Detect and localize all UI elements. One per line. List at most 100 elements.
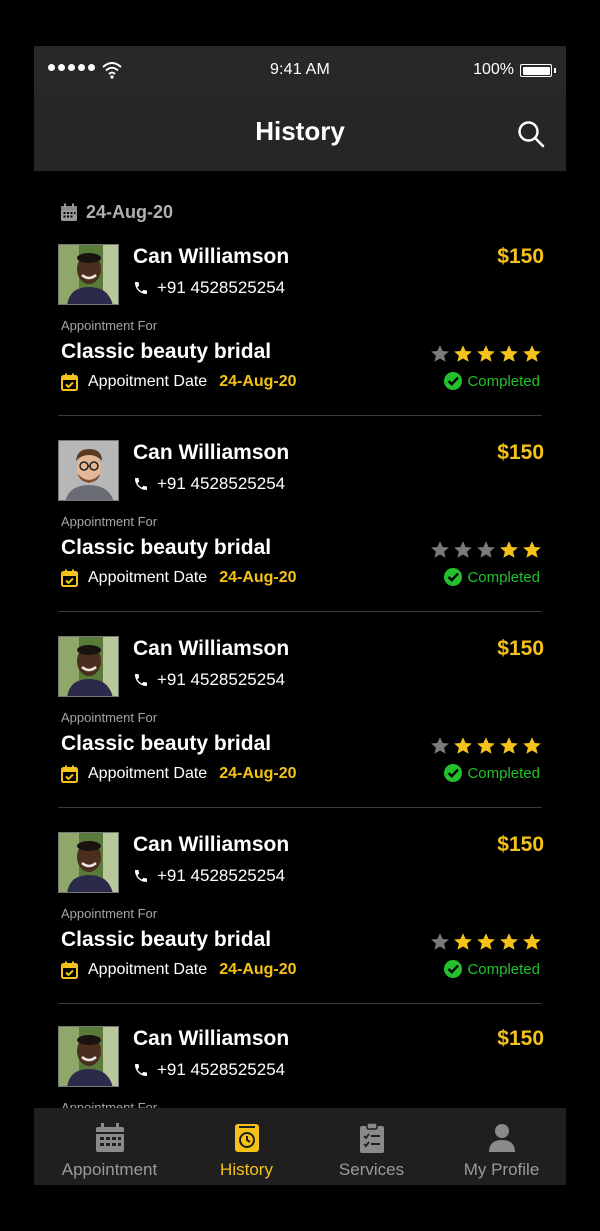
appointment-card[interactable]: Can Williamson +91 4528525254 $150 Appoi… [58,244,544,422]
client-phone[interactable]: +91 4528525254 [157,866,285,886]
status-badge: Completed [443,371,540,391]
calendar-check-icon [61,961,78,979]
star-empty-icon [431,345,449,362]
client-phone[interactable]: +91 4528525254 [157,670,285,690]
star-empty-icon [431,933,449,950]
history-icon [234,1124,259,1152]
star-filled-icon [477,933,495,950]
check-circle-icon [444,568,463,586]
client-name: Can Williamson [133,833,290,856]
appointment-date-row: Appoitment Date 24-Aug-20 [61,569,297,587]
divider [58,611,542,612]
price: $150 [497,637,544,660]
tab-label: Services [338,1160,405,1179]
rating-stars [430,932,542,952]
phone-row: +91 4528525254 [133,474,285,494]
star-filled-icon [477,737,495,754]
divider [58,1003,542,1004]
check-circle-icon [444,372,463,390]
user-icon [488,1124,515,1152]
clipboard-icon [359,1122,384,1153]
calendar-icon [61,203,77,221]
bottom-tab-bar: Appointment History Services My Profile [34,1108,566,1185]
client-name: Can Williamson [133,637,290,660]
appointment-card[interactable]: Can Williamson +91 4528525254 $150 Appoi… [58,636,544,814]
price: $150 [497,833,544,856]
appointment-card[interactable]: Can Williamson +91 4528525254 $150 Appoi… [58,832,544,1010]
date-group-header: 24-Aug-20 [60,202,173,223]
rating-stars [430,736,542,756]
star-filled-icon [500,345,518,362]
appointment-date-row: Appoitment Date 24-Aug-20 [61,373,297,391]
appointment-for-label: Appointment For [61,318,158,333]
star-filled-icon [454,933,472,950]
tab-services[interactable]: Services [324,1108,419,1185]
phone-icon [135,674,147,686]
price: $150 [497,1027,544,1050]
star-empty-icon [477,541,495,558]
tab-history[interactable]: History [194,1108,299,1185]
appointment-date-value: 24-Aug-20 [219,765,297,782]
search-icon[interactable] [516,119,546,149]
appointment-date-label: Appoitment Date [88,961,208,978]
status-badge: Completed [443,959,540,979]
man-smiling-avatar [58,244,119,305]
appointment-for-label: Appointment For [61,710,158,725]
star-filled-icon [523,541,541,558]
battery-percent: 100% [473,61,514,78]
star-filled-icon [500,933,518,950]
rating-stars [430,344,542,364]
tab-label: My Profile [463,1160,540,1179]
appointment-card[interactable]: Can Williamson +91 4528525254 $150 Appoi… [58,440,544,618]
rating-stars [430,540,542,560]
appointment-for-label: Appointment For [61,906,158,921]
check-circle-icon [444,960,463,978]
price: $150 [497,245,544,268]
appointment-date-row: Appoitment Date 24-Aug-20 [61,961,297,979]
calendar-check-icon [61,765,78,783]
man-smiling-avatar [58,636,119,697]
service-name: Classic beauty bridal [61,536,272,559]
phone-screen: 9:41 AM 100% History 24-Aug-20 Can Willi… [34,46,566,1185]
appointment-date-label: Appoitment Date [88,765,208,782]
phone-row: +91 4528525254 [133,1060,285,1080]
star-filled-icon [477,345,495,362]
battery-icon [520,64,552,77]
appointment-date-label: Appoitment Date [88,373,208,390]
appointment-date-row: Appoitment Date 24-Aug-20 [61,765,297,783]
phone-icon [135,282,147,294]
status-text: Completed [467,960,540,978]
star-filled-icon [454,737,472,754]
phone-row: +91 4528525254 [133,278,285,298]
phone-icon [135,1064,147,1076]
page-title: History [255,116,345,146]
service-name: Classic beauty bridal [61,928,272,951]
status-badge: Completed [443,763,540,783]
star-empty-icon [454,541,472,558]
service-name: Classic beauty bridal [61,732,272,755]
star-filled-icon [523,345,541,362]
client-phone[interactable]: +91 4528525254 [157,474,285,494]
tab-label: Appointment [61,1160,158,1179]
divider [58,807,542,808]
appointment-date-value: 24-Aug-20 [219,569,297,586]
tab-appointment[interactable]: Appointment [52,1108,167,1185]
man-smiling-avatar [58,832,119,893]
tab-label: History [220,1160,273,1179]
status-text: Completed [467,372,540,390]
calendar-icon [95,1123,124,1152]
client-phone[interactable]: +91 4528525254 [157,1060,285,1080]
status-text: Completed [467,764,540,782]
divider [58,415,542,416]
check-circle-icon [444,764,463,782]
app-header: History [34,94,566,171]
star-filled-icon [454,345,472,362]
star-empty-icon [431,541,449,558]
status-badge: Completed [443,567,540,587]
tab-my-profile[interactable]: My Profile [449,1108,554,1185]
man-smiling-avatar [58,1026,119,1087]
phone-row: +91 4528525254 [133,670,285,690]
client-phone[interactable]: +91 4528525254 [157,278,285,298]
star-filled-icon [523,933,541,950]
appointment-date-label: Appoitment Date [88,569,208,586]
